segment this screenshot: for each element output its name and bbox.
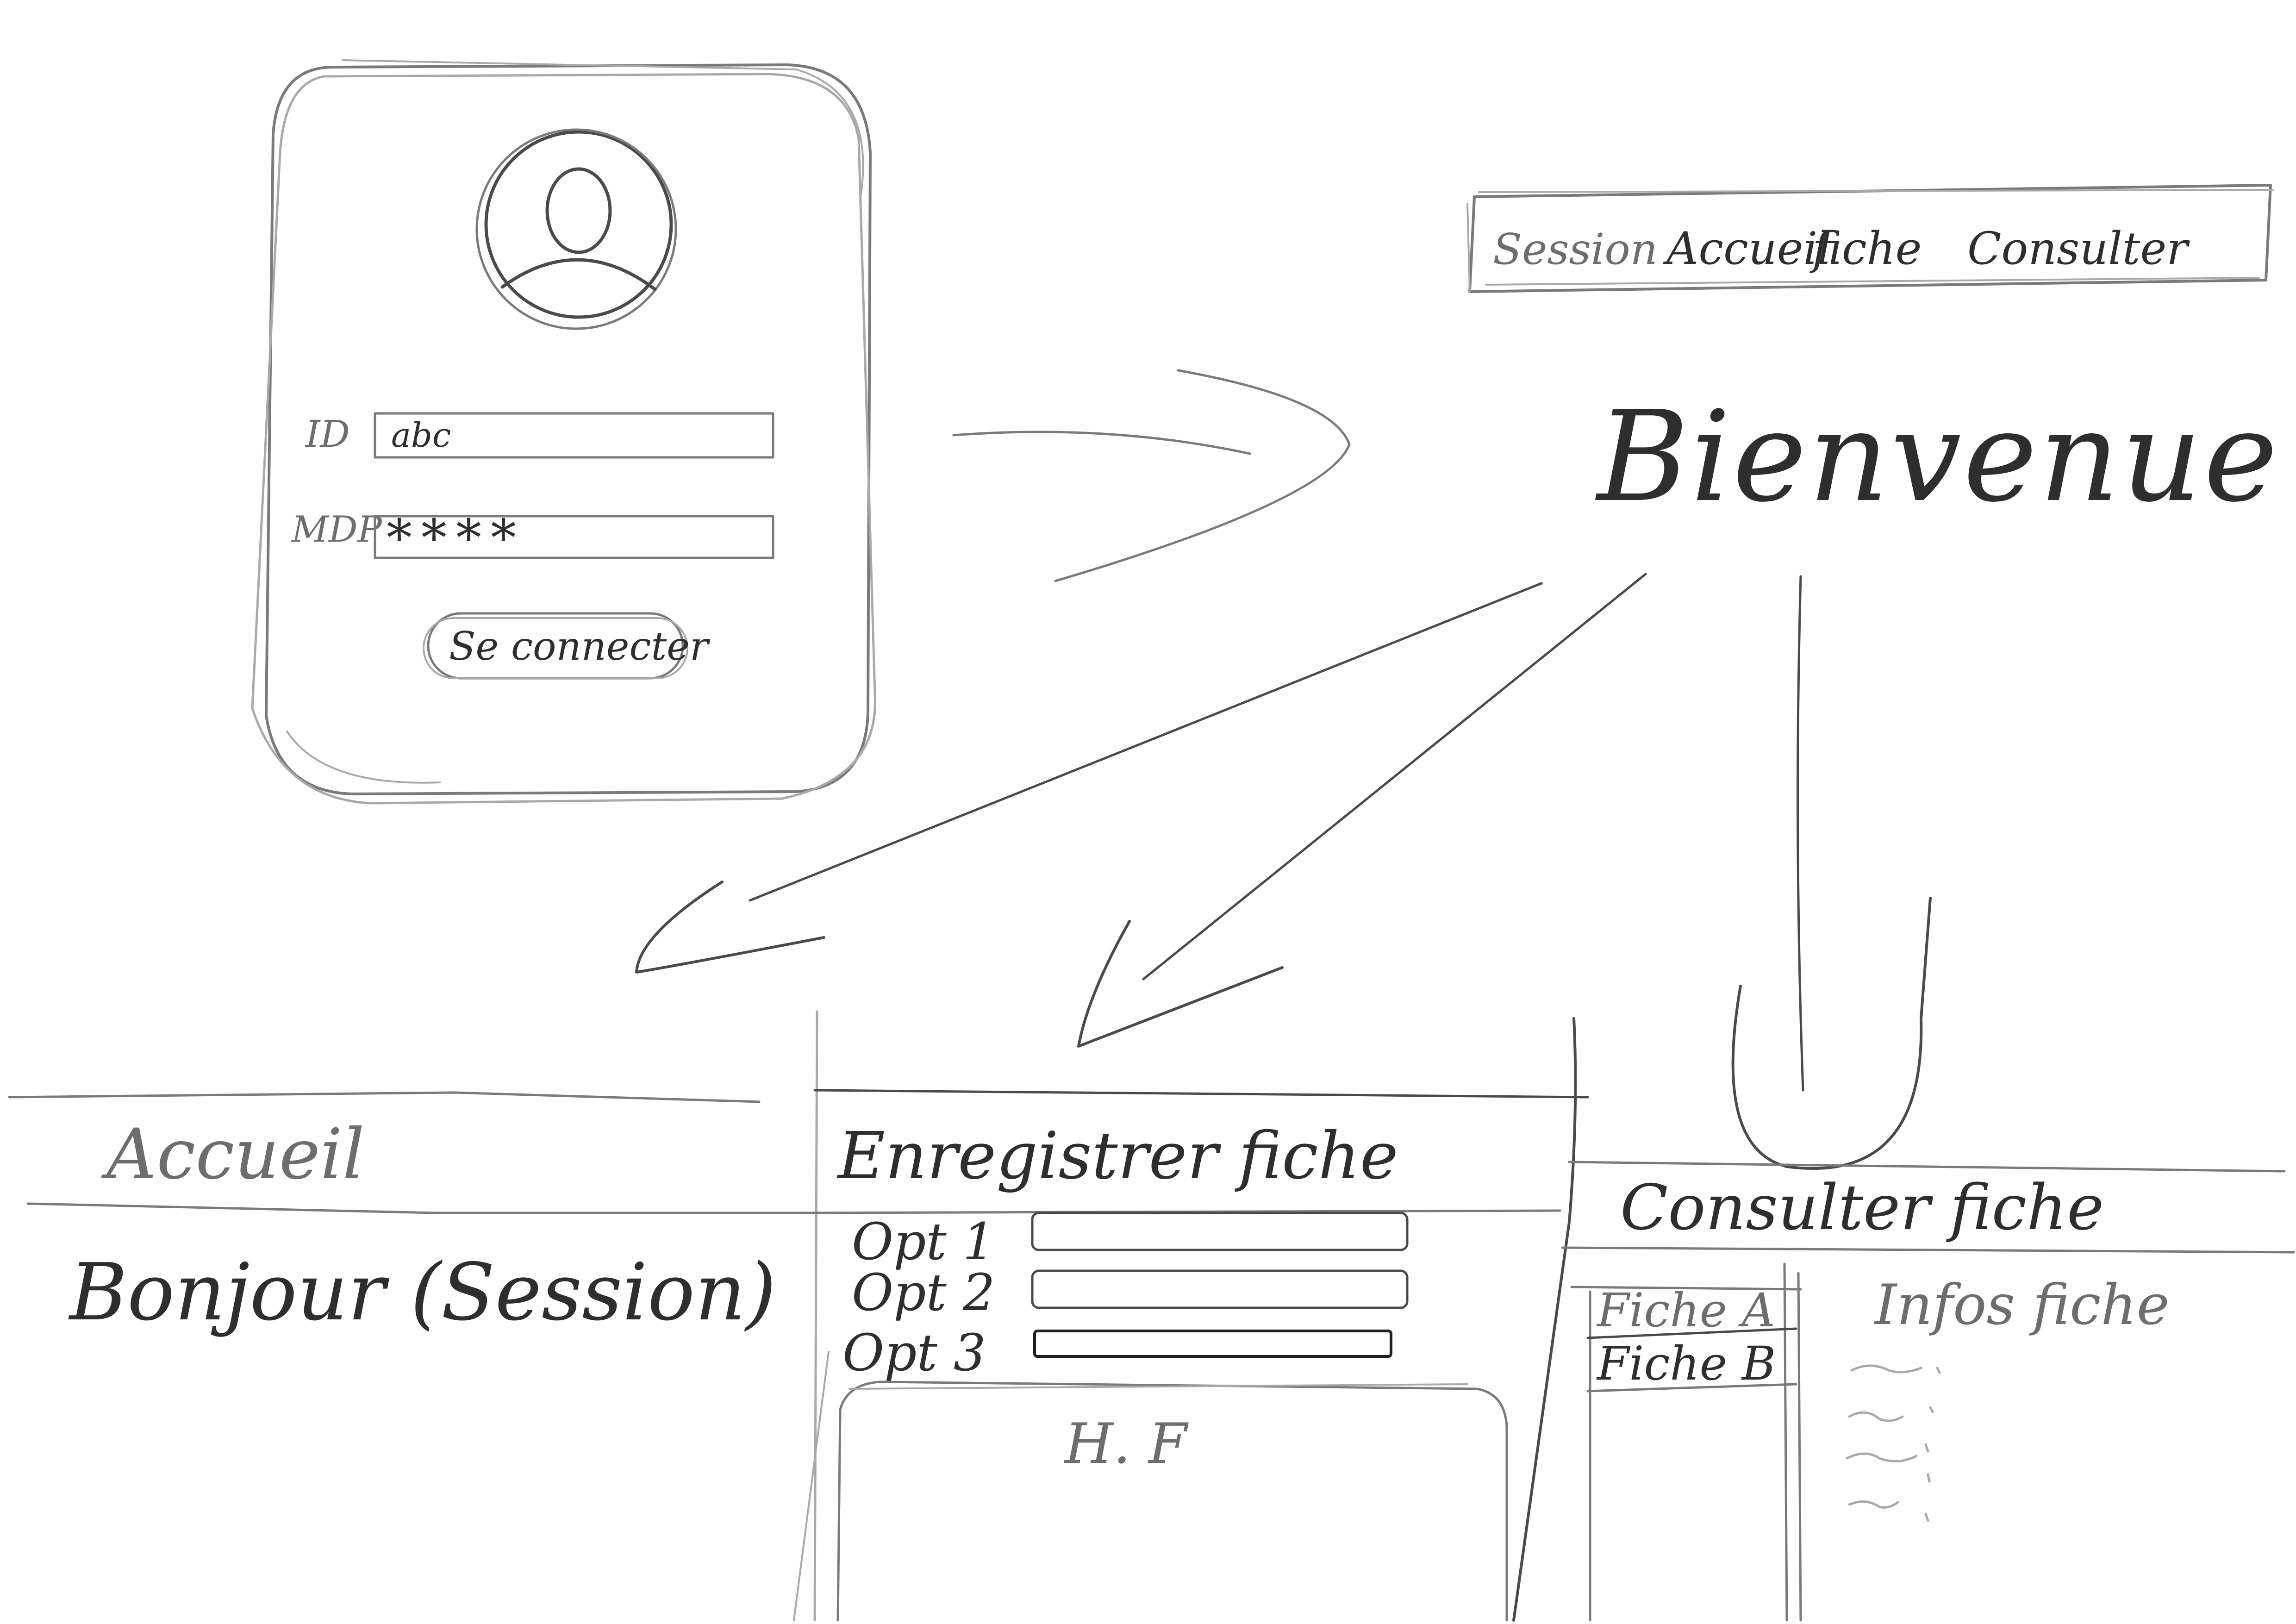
consulter-top-line [1568,1161,2286,1173]
accueil-greeting: Bonjour (Session) [68,1247,776,1338]
password-input-value: **** [387,508,525,568]
welcome-screen: Session Accueil fiche Consulter Bienvenu… [1466,184,2280,530]
enregistrer-top-line [813,1089,1589,1099]
wireframe-sketch: ID abc MDP **** Se connecter Session Acc… [8,59,2295,1622]
nav-consulter[interactable]: Consulter [1967,223,2190,275]
accueil-header: Accueil [101,1114,365,1195]
enregistrer-option-3-input[interactable] [1033,1330,1392,1358]
consulter-header: Consulter fiche [1620,1171,2104,1244]
accueil-header-line [26,1202,802,1214]
arrow-welcome-to-enregistrer-icon [1077,573,1647,1048]
nav-accueil[interactable]: Accueil [1663,223,1832,275]
id-label: ID [305,412,350,456]
arrow-welcome-to-accueil-icon [635,582,1543,974]
consulter-header-line [1561,1246,2295,1254]
consulter-info-title: Infos fiche [1874,1273,2170,1337]
nav-session[interactable]: Session [1493,225,1658,274]
login-card-outline [265,63,872,795]
enregistrer-option-2-input[interactable] [1031,1269,1409,1309]
wireframe-canvas: ID abc MDP **** Se connecter Session Acc… [0,0,2296,1624]
login-screen: ID abc MDP **** Se connecter [251,59,876,805]
nav-enregistrer-fiche[interactable]: fiche [1809,223,1922,275]
enregistrer-option-3-label: Opt 3 [842,1323,986,1382]
accueil-top-line [8,1091,761,1103]
enregistrer-option-2-label: Opt 2 [852,1263,995,1322]
consulter-info-lines [1846,1364,1941,1522]
accueil-screen: Accueil Bonjour (Session) [8,1091,802,1338]
arrow-welcome-to-consulter-icon [1731,575,1932,1170]
consulter-list-item-b[interactable]: Fiche B [1596,1337,1776,1391]
enregistrer-header: Enregistrer fiche [836,1118,1398,1194]
enregistrer-left-border-sketch [793,1351,830,1621]
enregistrer-left-border [813,1010,818,1622]
login-button-label: Se connecter [449,624,711,669]
id-input-value: abc [391,416,451,455]
enregistrer-screen: Enregistrer fiche Opt 1 Opt 2 Opt 3 H. F [793,1010,1589,1622]
enregistrer-option-1-label: Opt 1 [852,1212,995,1271]
password-label: MDP [291,509,382,550]
enregistrer-text-area-label: H. F [1064,1412,1189,1476]
consulter-list-item-a[interactable]: Fiche A [1596,1283,1775,1337]
enregistrer-right-border [1512,1017,1577,1622]
avatar-icon [475,128,677,330]
consulter-screen: Consulter fiche Fiche A Fiche B Infos fi… [1561,1161,2295,1622]
welcome-title: Bienvenue [1595,384,2280,530]
arrow-login-to-welcome-icon [952,369,1351,582]
enregistrer-option-1-input[interactable] [1031,1212,1409,1251]
